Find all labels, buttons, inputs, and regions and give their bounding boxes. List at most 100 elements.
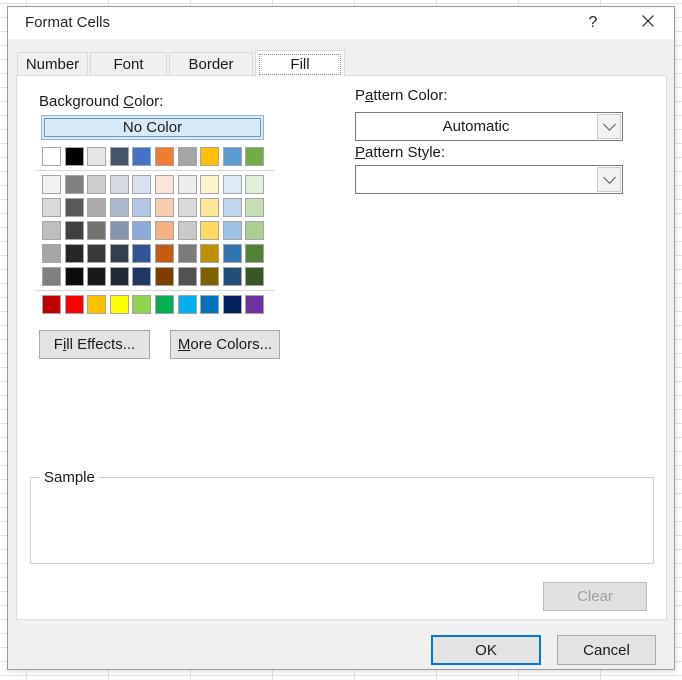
color-swatch[interactable] [155, 198, 174, 217]
color-swatch[interactable] [132, 147, 151, 166]
color-swatch[interactable] [87, 244, 106, 263]
palette-divider [35, 170, 275, 171]
color-swatch[interactable] [155, 147, 174, 166]
color-swatch[interactable] [65, 295, 84, 314]
swatch-row [42, 147, 266, 166]
color-swatch[interactable] [110, 175, 129, 194]
color-swatch[interactable] [132, 244, 151, 263]
color-swatch[interactable] [132, 175, 151, 194]
palette-divider [35, 290, 275, 291]
color-swatch[interactable] [245, 244, 264, 263]
color-swatch[interactable] [132, 295, 151, 314]
pattern-color-dropdown-button[interactable] [597, 114, 621, 139]
color-swatch[interactable] [178, 198, 197, 217]
tab-label: Font [113, 56, 143, 73]
close-button[interactable] [635, 10, 661, 36]
fill-effects-label: Fill Effects... [54, 336, 135, 353]
color-swatch[interactable] [155, 175, 174, 194]
swatch-row [42, 221, 266, 240]
color-swatch[interactable] [87, 295, 106, 314]
color-swatch[interactable] [200, 221, 219, 240]
color-swatch[interactable] [245, 198, 264, 217]
color-swatch[interactable] [155, 267, 174, 286]
no-color-button[interactable]: No Color [41, 115, 264, 140]
color-swatch[interactable] [110, 244, 129, 263]
tab-number[interactable]: Number [17, 52, 88, 75]
color-swatch[interactable] [245, 267, 264, 286]
color-swatch[interactable] [65, 175, 84, 194]
cancel-label: Cancel [583, 642, 630, 659]
tab-font[interactable]: Font [90, 52, 167, 75]
color-swatch[interactable] [200, 244, 219, 263]
no-color-label: No Color [44, 118, 261, 137]
pattern-style-dropdown-button[interactable] [597, 167, 621, 192]
help-button[interactable]: ? [580, 10, 606, 36]
background-color-label: Background Color: [39, 93, 163, 110]
color-swatch[interactable] [178, 267, 197, 286]
color-swatch[interactable] [42, 295, 61, 314]
tab-border[interactable]: Border [169, 52, 253, 75]
color-swatch[interactable] [65, 198, 84, 217]
color-swatch[interactable] [132, 267, 151, 286]
chevron-down-icon [603, 118, 616, 131]
color-swatch[interactable] [42, 267, 61, 286]
color-swatch[interactable] [200, 147, 219, 166]
color-swatch[interactable] [200, 175, 219, 194]
color-swatch[interactable] [87, 221, 106, 240]
color-swatch[interactable] [200, 267, 219, 286]
color-swatch[interactable] [155, 244, 174, 263]
color-swatch[interactable] [223, 198, 242, 217]
color-swatch[interactable] [65, 267, 84, 286]
color-swatch[interactable] [87, 198, 106, 217]
color-swatch[interactable] [200, 295, 219, 314]
color-swatch[interactable] [178, 147, 197, 166]
color-swatch[interactable] [200, 198, 219, 217]
color-swatch[interactable] [223, 267, 242, 286]
color-swatch[interactable] [132, 198, 151, 217]
color-swatch[interactable] [132, 221, 151, 240]
tab-fill[interactable]: Fill [255, 50, 345, 77]
pattern-style-dropdown[interactable] [355, 165, 623, 194]
color-swatch[interactable] [223, 221, 242, 240]
color-swatch[interactable] [223, 295, 242, 314]
color-swatch[interactable] [223, 147, 242, 166]
color-swatch[interactable] [178, 295, 197, 314]
color-swatch[interactable] [178, 175, 197, 194]
color-swatch[interactable] [110, 147, 129, 166]
color-swatch[interactable] [223, 244, 242, 263]
color-swatch[interactable] [65, 244, 84, 263]
color-swatch[interactable] [110, 295, 129, 314]
dialog-title: Format Cells [25, 14, 110, 31]
color-swatch[interactable] [87, 267, 106, 286]
fill-effects-button[interactable]: Fill Effects... [39, 330, 150, 359]
color-swatch[interactable] [42, 175, 61, 194]
color-swatch[interactable] [110, 198, 129, 217]
color-swatch[interactable] [178, 221, 197, 240]
color-swatch[interactable] [87, 175, 106, 194]
color-swatch[interactable] [155, 221, 174, 240]
color-swatch[interactable] [42, 221, 61, 240]
fill-tab-panel: Background Color: No Color Fill Effects.… [16, 75, 667, 620]
color-swatch[interactable] [42, 147, 61, 166]
color-swatch[interactable] [65, 221, 84, 240]
color-swatch[interactable] [65, 147, 84, 166]
color-palette [42, 147, 266, 314]
color-swatch[interactable] [245, 175, 264, 194]
color-swatch[interactable] [155, 295, 174, 314]
color-swatch[interactable] [178, 244, 197, 263]
color-swatch[interactable] [223, 175, 242, 194]
ok-button[interactable]: OK [431, 635, 541, 665]
color-swatch[interactable] [245, 295, 264, 314]
color-swatch[interactable] [87, 147, 106, 166]
pattern-color-dropdown[interactable]: Automatic [355, 112, 623, 141]
color-swatch[interactable] [110, 267, 129, 286]
color-swatch[interactable] [42, 244, 61, 263]
cancel-button[interactable]: Cancel [557, 635, 656, 665]
more-colors-label: More Colors... [178, 336, 272, 353]
more-colors-button[interactable]: More Colors... [170, 330, 280, 359]
color-swatch[interactable] [245, 221, 264, 240]
color-swatch[interactable] [110, 221, 129, 240]
color-swatch[interactable] [245, 147, 264, 166]
clear-button[interactable]: Clear [543, 582, 647, 611]
color-swatch[interactable] [42, 198, 61, 217]
